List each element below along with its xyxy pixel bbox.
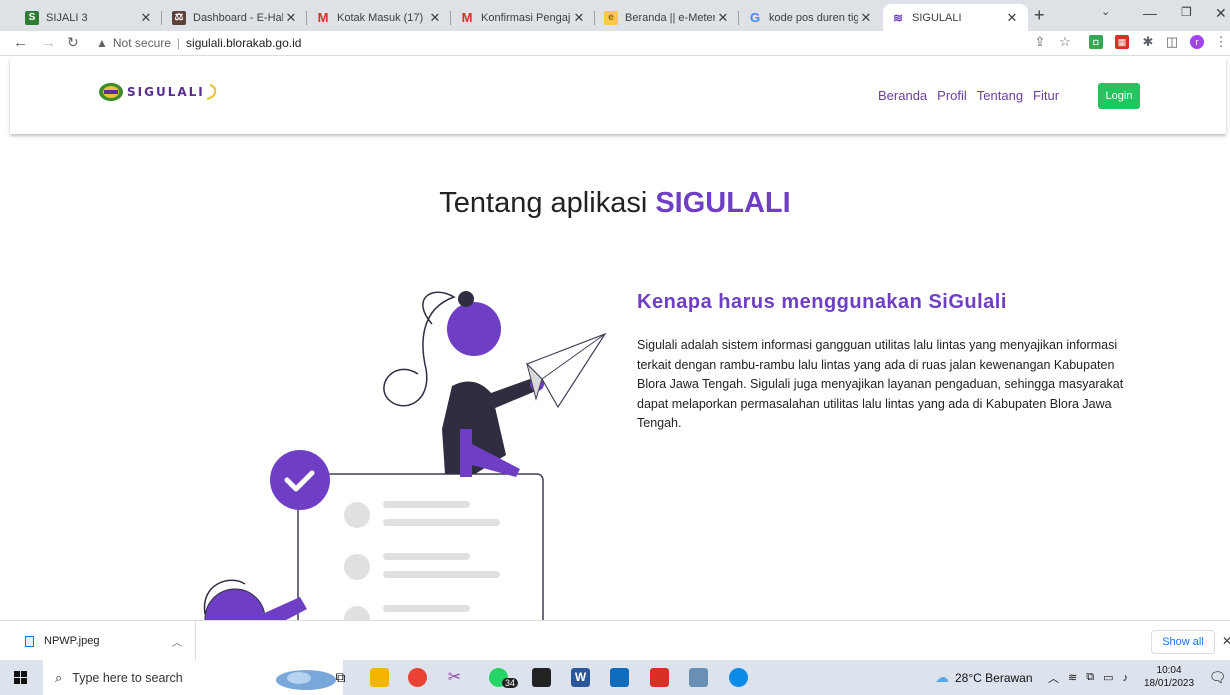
- download-item[interactable]: NPWP.jpeg ︿: [0, 621, 196, 661]
- download-shelf: NPWP.jpeg ︿ Show all ✕: [0, 620, 1230, 661]
- share-icon[interactable]: ⇪: [1033, 35, 1047, 49]
- edge-icon[interactable]: [729, 668, 748, 687]
- nav-tentang[interactable]: Tentang: [977, 88, 1023, 103]
- task-view-icon[interactable]: ⧉: [331, 668, 350, 687]
- weather-widget[interactable]: ☁ 28°C Berawan: [935, 660, 1033, 695]
- site-navbar: SIGULALI Beranda Profil Tentang Fitur Lo…: [10, 57, 1226, 134]
- kebab-menu-icon[interactable]: ⋮: [1214, 35, 1228, 49]
- windows-start-icon[interactable]: [14, 671, 27, 684]
- gmail-icon: M: [317, 10, 329, 25]
- security-label[interactable]: Not secure: [113, 36, 171, 50]
- new-tab-plus-icon[interactable]: +: [1034, 5, 1045, 26]
- chevron-up-icon[interactable]: ︿: [172, 634, 182, 649]
- app-icon[interactable]: [689, 668, 708, 687]
- address-bar[interactable]: ▲ Not secure | sigulali.blorakab.go.id: [92, 32, 1027, 54]
- volume-icon[interactable]: ♪: [1122, 672, 1128, 684]
- taskbar-search-box[interactable]: ⌕ Type here to search: [43, 660, 343, 695]
- search-icon: ⌕: [55, 669, 63, 685]
- gmail-icon: M: [461, 10, 473, 25]
- close-icon[interactable]: ✕: [571, 10, 587, 26]
- notification-icon[interactable]: 🗨: [1208, 668, 1227, 687]
- show-all-button[interactable]: Show all: [1151, 630, 1215, 654]
- browser-toolbar: ← → ↻ ▲ Not secure | sigulali.blorakab.g…: [0, 31, 1230, 56]
- taskbar-clock[interactable]: 10:04 18/01/2023: [1144, 664, 1194, 690]
- file-explorer-icon[interactable]: [370, 668, 389, 687]
- close-icon[interactable]: ✕: [715, 10, 731, 26]
- tab-sigulali-active[interactable]: ≋ SIGULALI ✕: [883, 4, 1028, 31]
- close-icon[interactable]: ✕: [1222, 634, 1230, 648]
- extension-green-icon[interactable]: ◘: [1089, 35, 1103, 49]
- sigulali-favicon-icon: ≋: [892, 10, 904, 25]
- tab-search-chevron-icon[interactable]: ⌄: [1101, 5, 1110, 18]
- check-circle-icon: [270, 450, 330, 510]
- close-icon[interactable]: ✕: [283, 10, 299, 26]
- word-icon[interactable]: W: [571, 668, 590, 687]
- tab-emeterai[interactable]: e Beranda || e-Meterai ✕: [596, 4, 739, 31]
- profile-avatar-icon[interactable]: r: [1190, 35, 1204, 49]
- paper-plane-icon: [525, 332, 607, 409]
- whatsapp-badge: 34: [502, 678, 519, 688]
- terminal-icon[interactable]: [532, 668, 551, 687]
- tab-gmail-inbox[interactable]: M Kotak Masuk (17) - cv... ✕: [308, 4, 451, 31]
- network-icon[interactable]: ⧉: [1086, 671, 1094, 684]
- close-icon[interactable]: ✕: [427, 10, 443, 26]
- wifi-icon[interactable]: ≋: [1068, 671, 1077, 684]
- extensions-puzzle-icon[interactable]: ✱: [1141, 35, 1155, 49]
- warning-triangle-icon: ▲: [96, 36, 108, 50]
- back-arrow-icon[interactable]: ←: [13, 34, 28, 51]
- tab-dashboard[interactable]: ⚖ Dashboard - E-Hakcipta ✕: [164, 4, 307, 31]
- reload-icon[interactable]: ↻: [67, 34, 79, 51]
- image-file-icon: [25, 635, 34, 647]
- about-heading: Kenapa harus menggunakan SiGulali: [637, 291, 1007, 313]
- photos-icon[interactable]: [610, 668, 629, 687]
- forward-arrow-icon[interactable]: →: [41, 34, 56, 51]
- snipping-tool-icon[interactable]: ✂: [445, 668, 464, 687]
- system-tray: ︿ ≋ ⧉ ▭ ♪: [1048, 660, 1128, 695]
- logo-swirl-icon: [206, 84, 216, 100]
- cloud-icon: ☁: [935, 669, 949, 685]
- window-close-icon[interactable]: ✕: [1215, 5, 1227, 22]
- sijali-favicon-icon: S: [25, 10, 39, 25]
- url-text[interactable]: sigulali.blorakab.go.id: [186, 36, 301, 50]
- sigulali-page: SIGULALI Beranda Profil Tentang Fitur Lo…: [0, 57, 1230, 620]
- close-icon[interactable]: ✕: [138, 10, 154, 26]
- windows-taskbar: ⌕ Type here to search ⧉ ✂ 34 W ☁ 28°C Be…: [0, 660, 1230, 695]
- logo-emblem-icon: [99, 83, 123, 101]
- pdf-reader-icon[interactable]: [650, 668, 669, 687]
- hakcipta-favicon-icon: ⚖: [172, 10, 186, 25]
- extension-red-icon[interactable]: ▦: [1115, 35, 1129, 49]
- tray-chevron-up-icon[interactable]: ︿: [1048, 670, 1059, 686]
- about-illustration: [203, 291, 607, 620]
- bookmark-star-icon[interactable]: ☆: [1058, 35, 1072, 49]
- tab-google-search[interactable]: G kode pos duren tiga ✕: [740, 4, 882, 31]
- restore-icon[interactable]: ❐: [1181, 5, 1192, 19]
- battery-icon[interactable]: ▭: [1103, 671, 1113, 684]
- close-icon[interactable]: ✕: [1004, 10, 1020, 26]
- side-panel-icon[interactable]: ◫: [1165, 35, 1179, 49]
- chrome-icon[interactable]: [408, 668, 427, 687]
- minimize-icon[interactable]: —: [1143, 5, 1157, 21]
- nav-fitur[interactable]: Fitur: [1033, 88, 1059, 103]
- close-icon[interactable]: ✕: [858, 10, 874, 26]
- page-title: Tentang aplikasi SIGULALI: [439, 187, 791, 219]
- nav-beranda[interactable]: Beranda: [878, 88, 927, 103]
- emeterai-favicon-icon: e: [604, 10, 618, 25]
- login-button[interactable]: Login: [1098, 83, 1140, 109]
- browser-tab-strip: S SIJALI 3 ✕ ⚖ Dashboard - E-Hakcipta ✕ …: [0, 0, 1230, 31]
- checklist-card: [297, 473, 544, 620]
- tab-gmail-konfirmasi[interactable]: M Konfirmasi Pengajuan ✕: [452, 4, 595, 31]
- sigulali-logo[interactable]: SIGULALI: [98, 82, 219, 102]
- about-paragraph: Sigulali adalah sistem informasi ganggua…: [637, 338, 1124, 431]
- site-menu: Beranda Profil Tentang Fitur: [878, 88, 1059, 103]
- google-icon: G: [749, 10, 761, 25]
- nav-profil[interactable]: Profil: [937, 88, 967, 103]
- tab-sijali[interactable]: S SIJALI 3 ✕: [17, 4, 162, 31]
